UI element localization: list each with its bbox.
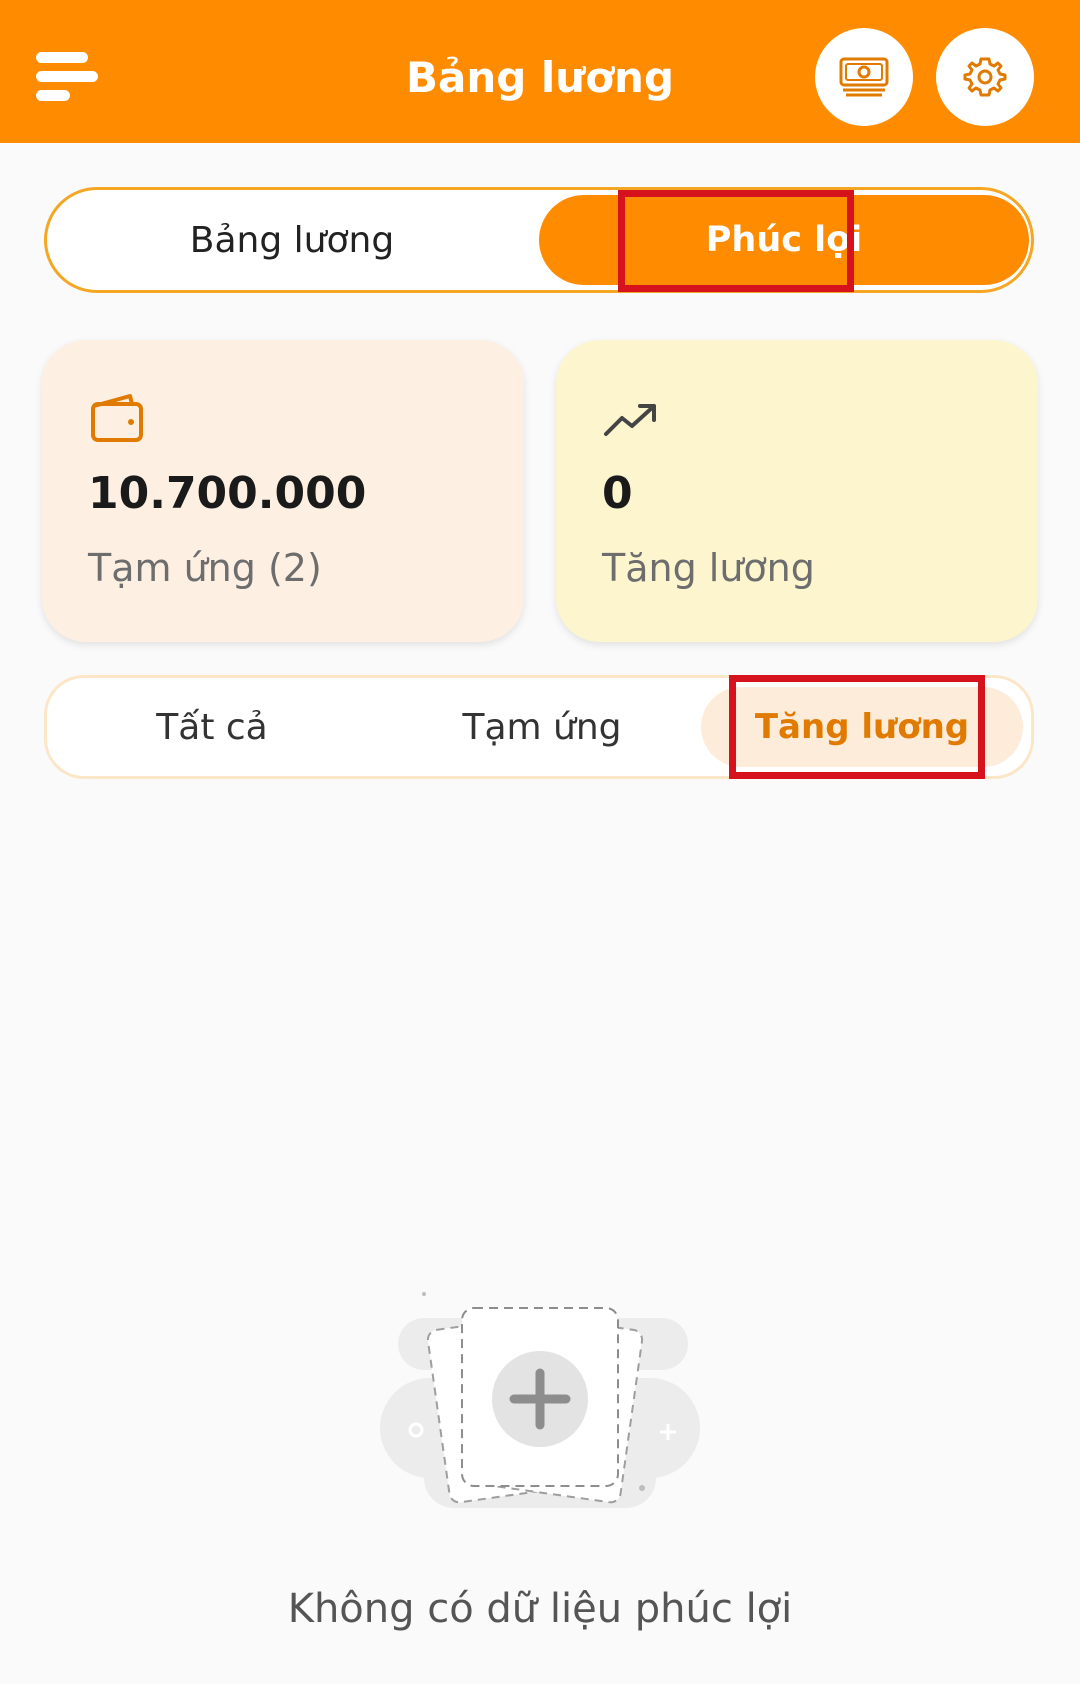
empty-state-message: Không có dữ liệu phúc lợi (287, 1586, 793, 1632)
tab-phuc-loi-label: Phúc lợi (705, 220, 863, 260)
filter-tab-all-label: Tất cả (156, 706, 268, 748)
raise-label: Tăng lương (602, 546, 815, 590)
tab-bang-luong-label: Bảng lương (189, 219, 395, 261)
filter-tab-raise[interactable]: Tăng lương (701, 687, 1023, 767)
page-title: Bảng lương (405, 53, 675, 102)
settings-button[interactable] (936, 28, 1034, 126)
trending-up-icon (604, 404, 656, 436)
empty-add-illustration (380, 1292, 700, 1508)
money-button[interactable] (815, 28, 913, 126)
filter-tab-advance[interactable]: Tạm ứng (377, 678, 707, 776)
view-segment-control: Bảng lương Phúc lợi (44, 187, 1034, 293)
money-icon (839, 57, 889, 97)
raise-amount: 0 (602, 468, 633, 519)
filter-tab-advance-label: Tạm ứng (462, 706, 622, 748)
app-header: Bảng lương (0, 0, 1080, 143)
filter-tab-raise-label: Tăng lương (754, 707, 970, 747)
raise-summary-card[interactable]: 0 Tăng lương (556, 340, 1038, 642)
tab-phuc-loi[interactable]: Phúc lợi (539, 195, 1029, 285)
advance-amount: 10.700.000 (88, 468, 367, 519)
tab-bang-luong[interactable]: Bảng lương (47, 190, 537, 290)
filter-tab-bar: Tất cả Tạm ứng Tăng lương (44, 675, 1034, 779)
advance-summary-card[interactable]: 10.700.000 Tạm ứng (2) (42, 340, 524, 642)
filter-tab-all[interactable]: Tất cả (47, 678, 377, 776)
gear-icon (963, 57, 1007, 97)
wallet-icon (91, 394, 143, 442)
advance-label: Tạm ứng (2) (88, 546, 322, 590)
